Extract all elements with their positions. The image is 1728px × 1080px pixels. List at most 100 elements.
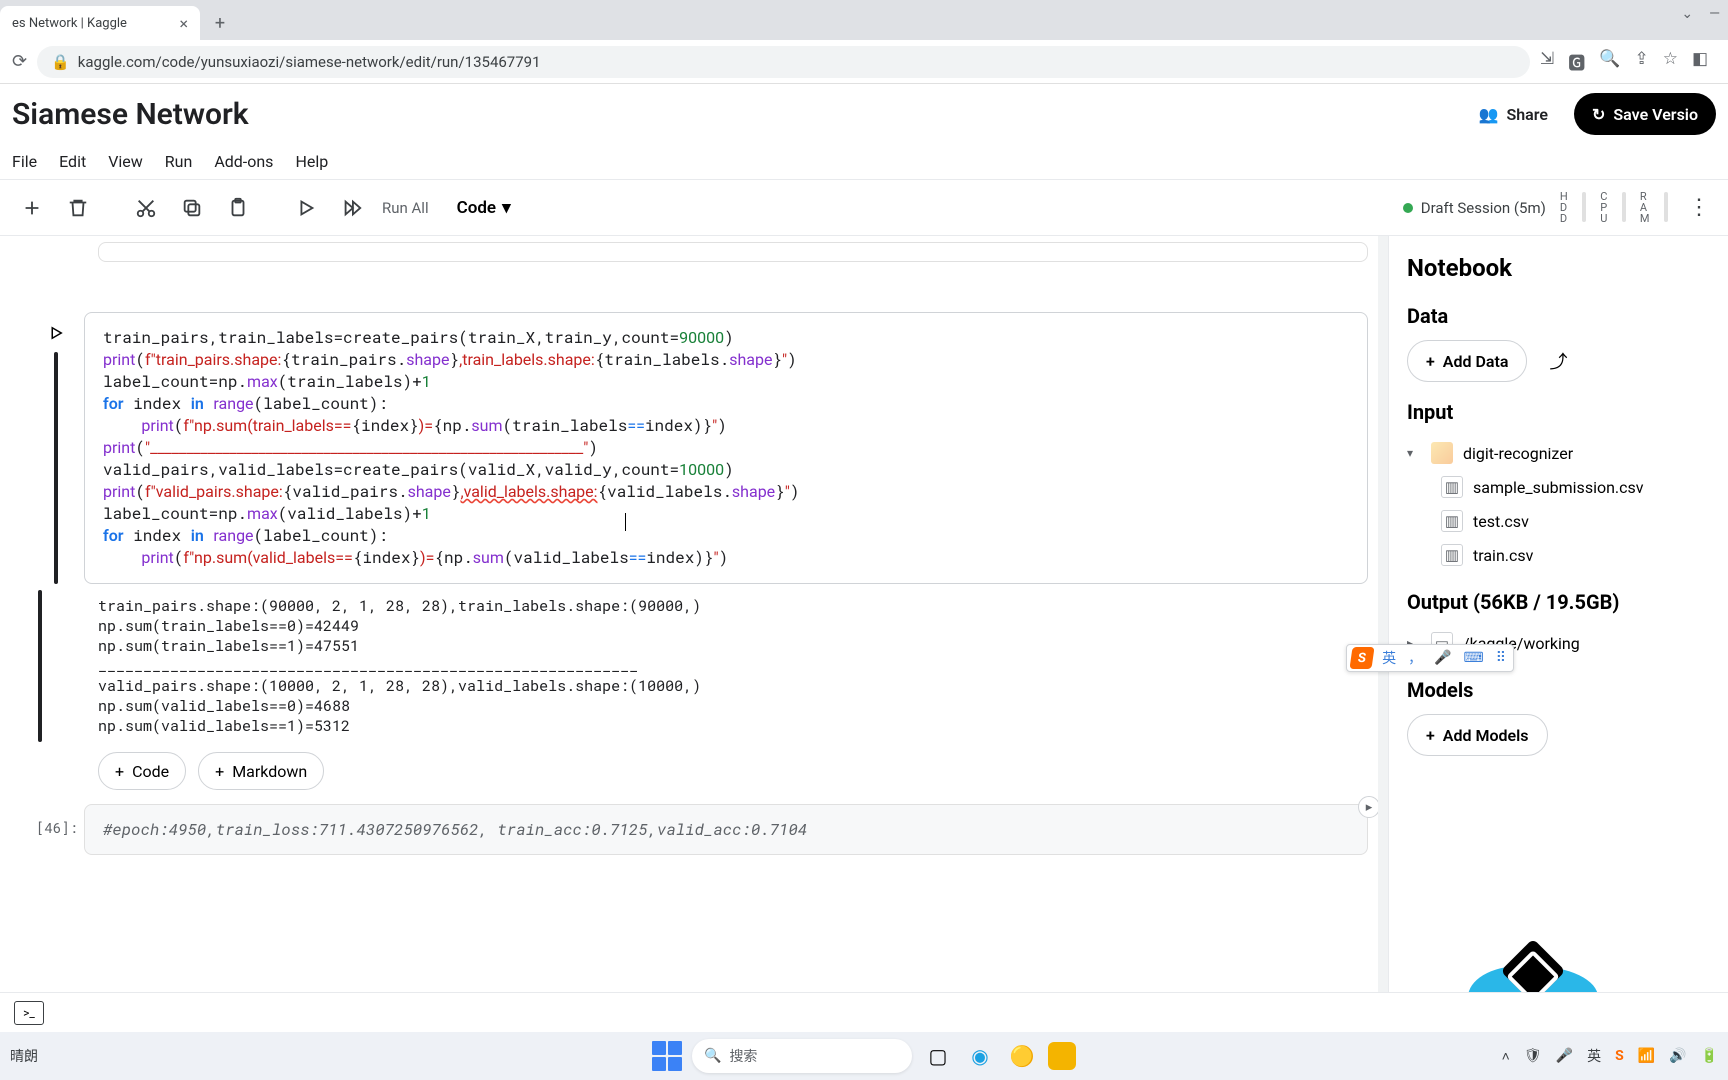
ime-keyboard-icon[interactable]: ⌨ — [1461, 650, 1487, 666]
cpu-bar — [1622, 192, 1626, 222]
tray-wifi-icon[interactable]: 📶 — [1638, 1048, 1655, 1064]
run-cell-button[interactable] — [286, 188, 326, 228]
task-view-icon[interactable]: ▢ — [922, 1040, 954, 1072]
search-icon: 🔍 — [704, 1048, 721, 1064]
ram-meter: RAM — [1640, 191, 1650, 224]
toolbar: Run All Code ▾ Draft Session (5m) HDD CP… — [0, 180, 1728, 236]
ime-grid-icon[interactable]: ⠿ — [1493, 650, 1509, 666]
window-minimize-icon[interactable]: — — [1709, 6, 1720, 22]
next-cell-content: #epoch:4950,train_loss:711.4307250976562… — [84, 804, 1368, 855]
chrome-icon[interactable]: 🟡 — [1006, 1040, 1038, 1072]
url-text: kaggle.com/code/yunsuxiaozi/siamese-netw… — [78, 53, 541, 71]
plus-icon: + — [115, 762, 124, 781]
data-heading: Data — [1407, 304, 1718, 328]
dataset-icon — [1431, 442, 1453, 464]
chevron-down-icon: ▾ — [502, 198, 511, 218]
paste-button[interactable] — [218, 188, 258, 228]
notebook-title[interactable]: Siamese Network — [12, 97, 249, 132]
add-code-cell-button[interactable]: + Code — [98, 752, 186, 790]
add-cell-button[interactable] — [12, 188, 52, 228]
reload-icon[interactable]: ⟳ — [12, 51, 27, 72]
file-item[interactable]: ▥test.csv — [1441, 504, 1718, 538]
add-markdown-cell-button[interactable]: + Markdown — [198, 752, 324, 790]
tray-ime-icon[interactable]: 英 — [1587, 1046, 1601, 1066]
tray-volume-icon[interactable]: 🔊 — [1669, 1048, 1686, 1064]
output-heading: Output (56KB / 19.5GB) — [1407, 590, 1718, 614]
vertical-scrollbar[interactable] — [1378, 236, 1388, 1032]
translate-icon[interactable]: 🅶 — [1568, 49, 1585, 74]
output-indicator-bar — [38, 590, 42, 742]
tray-sogou-icon[interactable]: S — [1615, 1048, 1624, 1064]
tray-security-icon[interactable]: 🛡 — [1524, 1048, 1542, 1064]
app-icon[interactable] — [1048, 1042, 1076, 1070]
weather-widget[interactable]: 晴朗 — [0, 1046, 38, 1066]
taskbar-search[interactable]: 🔍 搜索 — [692, 1039, 912, 1073]
ime-mic-icon[interactable]: 🎤 — [1431, 650, 1454, 666]
copy-button[interactable] — [172, 188, 212, 228]
zoom-icon[interactable]: 🔍 — [1599, 49, 1620, 74]
install-app-icon[interactable]: ⇲ — [1540, 49, 1554, 74]
add-data-button[interactable]: + Add Data — [1407, 340, 1527, 382]
share-button[interactable]: 👥 Share — [1479, 105, 1548, 124]
code-editor[interactable]: train_pairs,train_labels=create_pairs(tr… — [84, 312, 1368, 584]
plus-icon: + — [1426, 726, 1435, 745]
share-icon: 👥 — [1479, 105, 1499, 124]
console-toggle-button[interactable]: >_ — [14, 1001, 44, 1025]
start-button[interactable] — [652, 1041, 682, 1071]
run-all-label[interactable]: Run All — [382, 199, 429, 217]
close-tab-icon[interactable]: × — [179, 14, 188, 33]
edge-icon[interactable]: ◉ — [964, 1040, 996, 1072]
table-file-icon: ▥ — [1441, 476, 1463, 498]
caret-down-icon: ▾ — [1407, 446, 1421, 460]
bookmark-icon[interactable]: ☆ — [1663, 49, 1678, 74]
delete-cell-button[interactable] — [58, 188, 98, 228]
tray-mic-icon[interactable]: 🎤 — [1556, 1048, 1573, 1064]
url-field[interactable]: 🔒 kaggle.com/code/yunsuxiaozi/siamese-ne… — [37, 46, 1530, 78]
sidepanel-icon[interactable]: ◧ — [1692, 49, 1708, 74]
collapse-sidebar-button[interactable]: ▸ — [1358, 796, 1378, 818]
notebook-area[interactable]: train_pairs,train_labels=create_pairs(tr… — [0, 236, 1378, 1032]
tray-battery-icon[interactable]: 🔋 — [1701, 1048, 1718, 1064]
run-all-button[interactable] — [332, 188, 372, 228]
lock-icon: 🔒 — [51, 53, 70, 71]
tray-chevron-icon[interactable]: ˄ — [1502, 1048, 1510, 1065]
plus-icon: + — [1426, 352, 1435, 371]
menu-edit[interactable]: Edit — [59, 152, 86, 171]
history-icon: ↻ — [1592, 105, 1605, 124]
menu-file[interactable]: File — [12, 152, 37, 171]
table-file-icon: ▥ — [1441, 544, 1463, 566]
sidebar-title: Notebook — [1407, 254, 1718, 282]
menu-addons[interactable]: Add-ons — [214, 152, 273, 171]
menu-view[interactable]: View — [108, 152, 143, 171]
status-dot-icon — [1403, 203, 1413, 213]
tab-title: es Network | Kaggle — [12, 16, 127, 31]
add-models-button[interactable]: + Add Models — [1407, 714, 1548, 756]
save-version-button[interactable]: ↻ Save Versio — [1574, 93, 1716, 135]
more-options-button[interactable]: ⋮ — [1682, 195, 1716, 220]
windows-taskbar: 晴朗 🔍 搜索 ▢ ◉ 🟡 ˄ 🛡 🎤 英 S 📶 🔊 🔋 — [0, 1032, 1728, 1080]
ime-toolbar[interactable]: S 英 ， 🎤 ⌨ ⠿ — [1346, 644, 1514, 672]
new-tab-button[interactable]: + — [206, 9, 234, 37]
file-item[interactable]: ▥sample_submission.csv — [1441, 470, 1718, 504]
cut-button[interactable] — [126, 188, 166, 228]
ime-punct[interactable]: ， — [1405, 648, 1425, 668]
file-item[interactable]: ▥train.csv — [1441, 538, 1718, 572]
address-bar: ⟳ 🔒 kaggle.com/code/yunsuxiaozi/siamese-… — [0, 40, 1728, 84]
next-code-cell[interactable]: [46]: #epoch:4950,train_loss:711.4307250… — [28, 804, 1368, 855]
session-status[interactable]: Draft Session (5m) — [1403, 199, 1546, 217]
upload-button[interactable]: ⤴ — [1539, 342, 1577, 380]
tab-dropdown-icon[interactable]: ⌄ — [1681, 6, 1693, 22]
models-heading: Models — [1407, 678, 1718, 702]
cell-run-button[interactable] — [41, 318, 71, 348]
menu-run[interactable]: Run — [165, 152, 193, 171]
ime-lang[interactable]: 英 — [1379, 648, 1399, 668]
browser-tab[interactable]: es Network | Kaggle × — [0, 6, 200, 40]
menu-help[interactable]: Help — [295, 152, 328, 171]
cell-type-dropdown[interactable]: Code ▾ — [457, 198, 511, 218]
previous-cell-outline[interactable] — [98, 242, 1368, 262]
share-page-icon[interactable]: ⇪ — [1634, 49, 1648, 74]
console-bar: >_ — [0, 992, 1728, 1032]
hdd-meter: HDD — [1560, 191, 1568, 224]
dataset-folder[interactable]: ▾ digit-recognizer — [1407, 436, 1718, 470]
plus-icon: + — [215, 762, 224, 781]
